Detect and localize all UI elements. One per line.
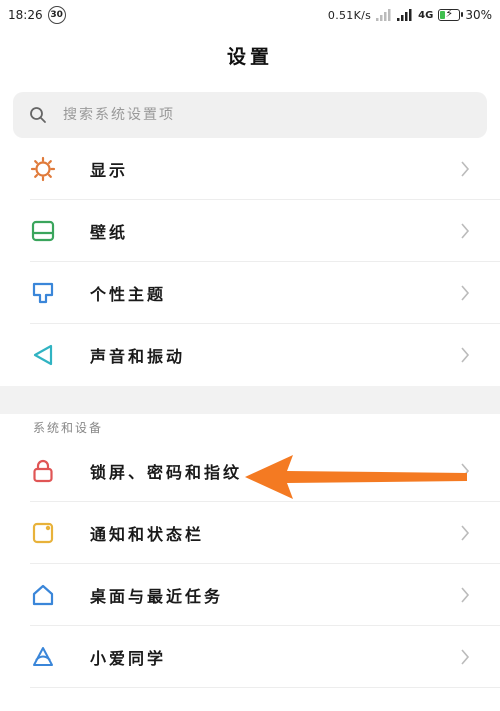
settings-item-xiaoai[interactable]: 小爱同学	[0, 626, 500, 688]
battery-icon: ⚡	[438, 7, 464, 21]
settings-item-display[interactable]: 显示	[0, 138, 500, 200]
notification-badge: 30	[47, 6, 66, 24]
page-title: 设置	[226, 46, 273, 68]
settings-item-lock-screen[interactable]: 锁屏、密码和指纹	[0, 440, 500, 502]
settings-item-sound[interactable]: 声音和振动	[0, 324, 500, 386]
chevron-right-icon	[461, 587, 470, 603]
xiaoai-icon	[33, 647, 53, 666]
search-input[interactable]	[61, 106, 445, 124]
home-icon	[32, 584, 54, 606]
network-type: 4G	[418, 9, 434, 21]
display-icon	[30, 156, 56, 182]
chevron-right-icon	[461, 161, 470, 177]
settings-item-label: 个性主题	[90, 285, 167, 304]
settings-item-home-screen[interactable]: 桌面与最近任务	[0, 564, 500, 626]
search-bar[interactable]	[13, 92, 487, 138]
notification-icon	[32, 522, 54, 544]
signal-icon-2	[397, 9, 412, 21]
sound-icon	[33, 344, 53, 366]
divider	[30, 687, 500, 688]
chevron-right-icon	[461, 525, 470, 541]
chevron-right-icon	[461, 649, 470, 665]
signal-icon	[376, 9, 391, 21]
settings-item-label: 声音和振动	[90, 347, 186, 366]
chevron-right-icon	[461, 285, 470, 301]
wallpaper-icon	[31, 220, 55, 242]
search-icon	[30, 107, 46, 123]
settings-item-label: 通知和状态栏	[90, 525, 205, 544]
group-separator	[0, 386, 500, 414]
settings-item-label: 锁屏、密码和指纹	[90, 463, 243, 482]
settings-list: 显示 壁纸 个性主题 声音和振动 系统和设备 锁屏、密码和指纹 通知和状态栏 桌…	[0, 138, 500, 688]
lock-icon	[33, 459, 53, 483]
battery-percent: 30%	[465, 8, 492, 22]
settings-item-wallpaper[interactable]: 壁纸	[0, 200, 500, 262]
settings-item-notifications[interactable]: 通知和状态栏	[0, 502, 500, 564]
status-time: 18:26	[8, 8, 43, 22]
section-header: 系统和设备	[33, 420, 104, 435]
settings-item-theme[interactable]: 个性主题	[0, 262, 500, 324]
chevron-right-icon	[461, 347, 470, 363]
settings-item-label: 小爱同学	[90, 649, 167, 668]
chevron-right-icon	[461, 223, 470, 239]
settings-item-label: 壁纸	[90, 223, 129, 242]
chevron-right-icon	[461, 463, 470, 479]
network-speed: 0.51K/s	[327, 8, 372, 22]
theme-icon	[32, 282, 54, 304]
settings-item-label: 显示	[90, 161, 129, 180]
settings-item-label: 桌面与最近任务	[90, 587, 224, 606]
status-bar: 18:26 30 0.51K/s 4G ⚡ 30%	[0, 0, 500, 30]
